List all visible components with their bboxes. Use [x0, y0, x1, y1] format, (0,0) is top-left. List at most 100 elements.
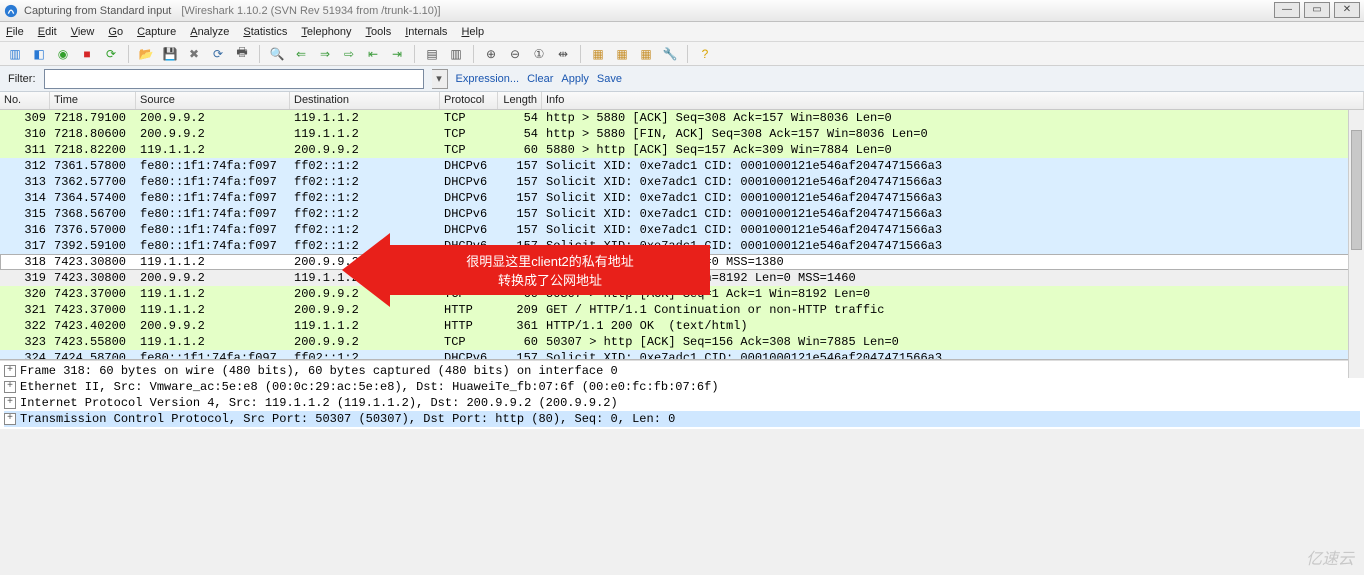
- help-icon[interactable]: ?: [696, 45, 714, 63]
- menu-file[interactable]: File: [6, 26, 24, 38]
- packet-row[interactable]: 3167376.57000fe80::1f1:74fa:f097ff02::1:…: [0, 222, 1364, 238]
- cell-proto: HTTP: [440, 302, 498, 318]
- cell-len: 60: [498, 286, 542, 302]
- packet-row[interactable]: 3137362.57700fe80::1f1:74fa:f097ff02::1:…: [0, 174, 1364, 190]
- zoom-out-icon[interactable]: ⊖: [506, 45, 524, 63]
- cell-dst: ff02::1:2: [290, 350, 440, 360]
- zoom-in-icon[interactable]: ⊕: [482, 45, 500, 63]
- detail-line[interactable]: +Frame 318: 60 bytes on wire (480 bits),…: [4, 363, 1360, 379]
- vertical-scrollbar[interactable]: [1348, 110, 1364, 378]
- menu-view[interactable]: View: [71, 26, 95, 38]
- packet-row[interactable]: 3197423.30800200.9.9.2119.1.1.2N, ACK] S…: [0, 270, 1364, 286]
- cell-time: 7218.79100: [50, 110, 136, 126]
- expand-icon[interactable]: +: [4, 381, 16, 393]
- cell-no: 312: [0, 158, 50, 174]
- filter-dropdown-icon[interactable]: ▾: [432, 69, 448, 89]
- menu-help[interactable]: Help: [461, 26, 484, 38]
- go-first-icon[interactable]: ⇤: [364, 45, 382, 63]
- expand-icon[interactable]: +: [4, 365, 16, 377]
- expand-icon[interactable]: +: [4, 413, 16, 425]
- column-source[interactable]: Source: [136, 92, 290, 109]
- scrollbar-thumb[interactable]: [1351, 130, 1362, 250]
- cell-proto: TCP: [440, 334, 498, 350]
- packet-row[interactable]: 3237423.55800119.1.1.2200.9.9.2TCP605030…: [0, 334, 1364, 350]
- go-back-icon[interactable]: ⇐: [292, 45, 310, 63]
- packet-row[interactable]: 3207423.37000119.1.1.2200.9.9.2TCP605030…: [0, 286, 1364, 302]
- detail-line[interactable]: +Transmission Control Protocol, Src Port…: [4, 411, 1360, 427]
- options-icon[interactable]: ◧: [30, 45, 48, 63]
- menu-go[interactable]: Go: [108, 26, 123, 38]
- packet-row[interactable]: 3157368.56700fe80::1f1:74fa:f097ff02::1:…: [0, 206, 1364, 222]
- zoom-reset-icon[interactable]: ①: [530, 45, 548, 63]
- close-file-icon[interactable]: ✖: [185, 45, 203, 63]
- menu-telephony[interactable]: Telephony: [301, 26, 351, 38]
- cell-no: 320: [0, 286, 50, 302]
- packet-row[interactable]: 3117218.82200119.1.1.2200.9.9.2TCP605880…: [0, 142, 1364, 158]
- column-time[interactable]: Time: [50, 92, 136, 109]
- save-link[interactable]: Save: [597, 73, 622, 85]
- interfaces-icon[interactable]: ▥: [6, 45, 24, 63]
- menu-statistics[interactable]: Statistics: [243, 26, 287, 38]
- cell-no: 322: [0, 318, 50, 334]
- display-filters-icon[interactable]: ▦: [613, 45, 631, 63]
- cell-info: Solicit XID: 0xe7adc1 CID: 0001000121e54…: [542, 350, 1364, 360]
- close-button[interactable]: ✕: [1334, 2, 1360, 18]
- save-file-icon[interactable]: 💾: [161, 45, 179, 63]
- filter-input[interactable]: [44, 69, 424, 89]
- packet-list-pane: No. Time Source Destination Protocol Len…: [0, 92, 1364, 360]
- column-proto[interactable]: Protocol: [440, 92, 498, 109]
- cell-info: Solicit XID: 0xe7adc1 CID: 0001000121e54…: [542, 190, 1364, 206]
- packet-row[interactable]: 3127361.57800fe80::1f1:74fa:f097ff02::1:…: [0, 158, 1364, 174]
- colorize-icon[interactable]: ▤: [423, 45, 441, 63]
- packet-row[interactable]: 3187423.30800119.1.1.2200.9.9.2YN] Seq=0…: [0, 254, 1364, 270]
- packet-row[interactable]: 3247424.58700fe80::1f1:74fa:f097ff02::1:…: [0, 350, 1364, 360]
- menu-tools[interactable]: Tools: [366, 26, 392, 38]
- open-file-icon[interactable]: 📂: [137, 45, 155, 63]
- apply-link[interactable]: Apply: [561, 73, 589, 85]
- packet-rows: 3097218.79100200.9.9.2119.1.1.2TCP54http…: [0, 110, 1364, 360]
- print-icon[interactable]: 🖶: [233, 45, 251, 63]
- cell-src: fe80::1f1:74fa:f097: [136, 350, 290, 360]
- coloring-rules-icon[interactable]: ▦: [637, 45, 655, 63]
- packet-row[interactable]: 3097218.79100200.9.9.2119.1.1.2TCP54http…: [0, 110, 1364, 126]
- packet-row[interactable]: 3147364.57400fe80::1f1:74fa:f097ff02::1:…: [0, 190, 1364, 206]
- maximize-button[interactable]: ▭: [1304, 2, 1330, 18]
- resize-columns-icon[interactable]: ⇹: [554, 45, 572, 63]
- packet-row[interactable]: 3217423.37000119.1.1.2200.9.9.2HTTP209GE…: [0, 302, 1364, 318]
- go-last-icon[interactable]: ⇥: [388, 45, 406, 63]
- packet-row[interactable]: 3107218.80600200.9.9.2119.1.1.2TCP54http…: [0, 126, 1364, 142]
- column-info[interactable]: Info: [542, 92, 1364, 109]
- cell-info: http > 5880 [ACK] Seq=308 Ack=157 Win=80…: [542, 110, 1364, 126]
- go-to-icon[interactable]: ⇨: [340, 45, 358, 63]
- column-dest[interactable]: Destination: [290, 92, 440, 109]
- cell-src: fe80::1f1:74fa:f097: [136, 206, 290, 222]
- capture-filters-icon[interactable]: ▦: [589, 45, 607, 63]
- go-forward-icon[interactable]: ⇒: [316, 45, 334, 63]
- restart-capture-icon[interactable]: ⟳: [102, 45, 120, 63]
- start-capture-icon[interactable]: ◉: [54, 45, 72, 63]
- cell-src: fe80::1f1:74fa:f097: [136, 190, 290, 206]
- auto-scroll-icon[interactable]: ▥: [447, 45, 465, 63]
- find-icon[interactable]: 🔍: [268, 45, 286, 63]
- cell-len: 157: [498, 174, 542, 190]
- stop-capture-icon[interactable]: ■: [78, 45, 96, 63]
- menu-internals[interactable]: Internals: [405, 26, 447, 38]
- detail-line[interactable]: +Internet Protocol Version 4, Src: 119.1…: [4, 395, 1360, 411]
- expression-link[interactable]: Expression...: [456, 73, 520, 85]
- clear-link[interactable]: Clear: [527, 73, 553, 85]
- column-no[interactable]: No.: [0, 92, 50, 109]
- packet-row[interactable]: 3177392.59100fe80::1f1:74fa:f097ff02::1:…: [0, 238, 1364, 254]
- reload-icon[interactable]: ⟳: [209, 45, 227, 63]
- cell-src: 200.9.9.2: [136, 110, 290, 126]
- preferences-icon[interactable]: 🔧: [661, 45, 679, 63]
- detail-line[interactable]: +Ethernet II, Src: Vmware_ac:5e:e8 (00:0…: [4, 379, 1360, 395]
- menu-edit[interactable]: Edit: [38, 26, 57, 38]
- cell-dst: 119.1.1.2: [290, 318, 440, 334]
- column-length[interactable]: Length: [498, 92, 542, 109]
- minimize-button[interactable]: —: [1274, 2, 1300, 18]
- cell-dst: 119.1.1.2: [290, 126, 440, 142]
- expand-icon[interactable]: +: [4, 397, 16, 409]
- menu-analyze[interactable]: Analyze: [190, 26, 229, 38]
- packet-row[interactable]: 3227423.40200200.9.9.2119.1.1.2HTTP361HT…: [0, 318, 1364, 334]
- menu-capture[interactable]: Capture: [137, 26, 176, 38]
